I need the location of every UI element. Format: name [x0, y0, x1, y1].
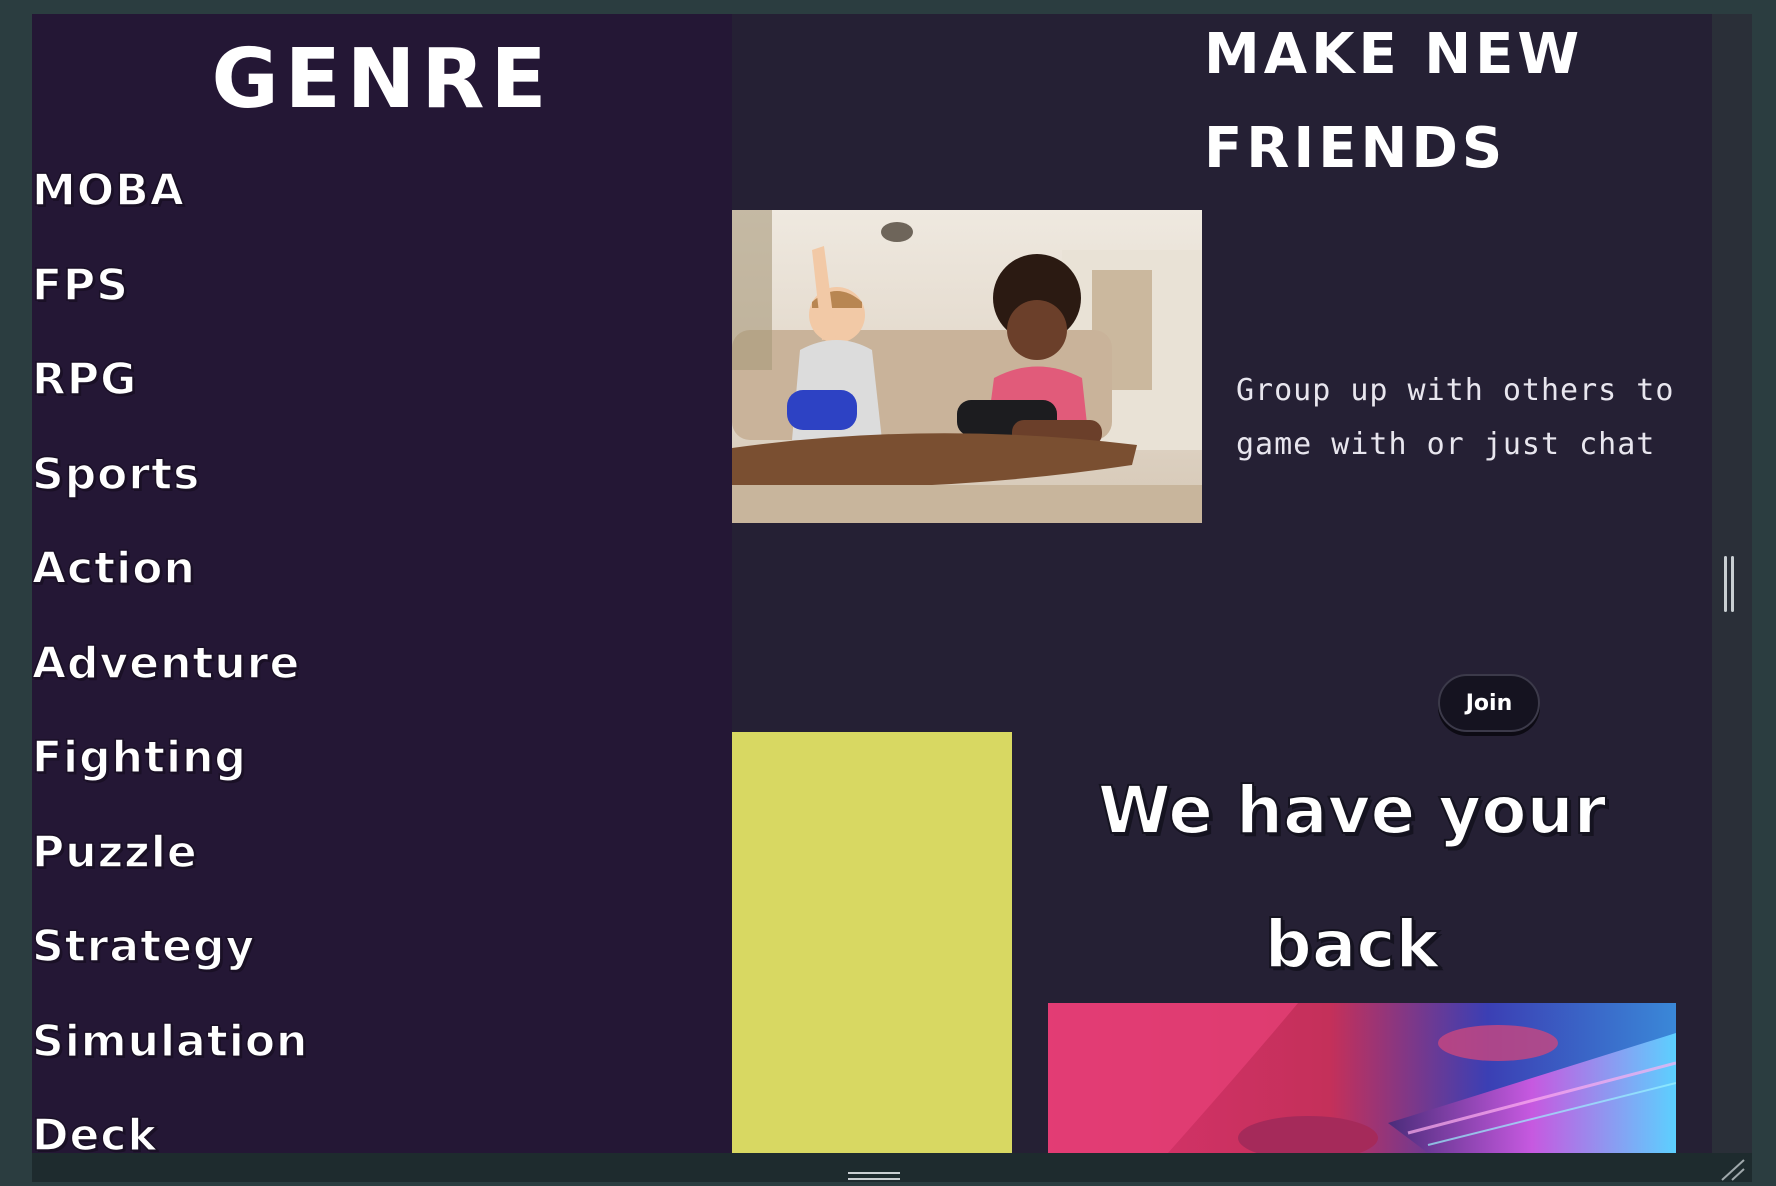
genre-heading: GENRE [211, 32, 553, 127]
genre-sidebar: GENRE MOBA FPS RPG Sports Action Adventu… [32, 14, 732, 1153]
rgb-keyboard-photo [1048, 1003, 1676, 1153]
join-button[interactable]: Join [1438, 674, 1540, 732]
genre-item-fighting[interactable]: Fighting [32, 711, 308, 806]
web-page: GENRE MOBA FPS RPG Sports Action Adventu… [32, 14, 1752, 1153]
drag-handle-icon[interactable] [848, 1167, 900, 1180]
yellow-accent-block [732, 732, 1012, 1153]
make-friends-heading: MAKE NEW FRIENDS [1204, 14, 1684, 196]
genre-item-adventure[interactable]: Adventure [32, 617, 308, 712]
app-window: GENRE MOBA FPS RPG Sports Action Adventu… [0, 0, 1776, 1182]
genre-item-simulation[interactable]: Simulation [32, 995, 308, 1090]
side-panel-handle-icon[interactable] [1722, 556, 1736, 612]
kids-gaming-photo [732, 210, 1202, 523]
back-heading-line1: We have your [1097, 771, 1607, 850]
make-friends-heading-line1: MAKE NEW [1204, 22, 1584, 87]
genre-item-action[interactable]: Action [32, 522, 308, 617]
kids-gaming-illustration [732, 210, 1202, 523]
genre-item-moba[interactable]: MOBA [32, 144, 308, 239]
genre-item-rpg[interactable]: RPG [32, 333, 308, 428]
genre-item-deck[interactable]: Deck [32, 1089, 308, 1153]
genre-item-fps[interactable]: FPS [32, 239, 308, 334]
keyboard-illustration [1048, 1003, 1676, 1153]
main-content: MAKE NEW FRIENDS Group up with others to… [732, 14, 1712, 1153]
genre-item-puzzle[interactable]: Puzzle [32, 806, 308, 901]
genre-list: MOBA FPS RPG Sports Action Adventure Fig… [32, 144, 308, 1153]
genre-item-sports[interactable]: Sports [32, 428, 308, 523]
back-heading-line2: back [1264, 905, 1441, 984]
make-friends-heading-line2: FRIENDS [1204, 116, 1507, 181]
resize-grip-icon[interactable] [1718, 1156, 1746, 1182]
we-have-your-back-heading: We have your back [1062, 744, 1642, 1012]
friends-description: Group up with others to game with or jus… [1236, 373, 1675, 462]
genre-item-strategy[interactable]: Strategy [32, 900, 308, 995]
